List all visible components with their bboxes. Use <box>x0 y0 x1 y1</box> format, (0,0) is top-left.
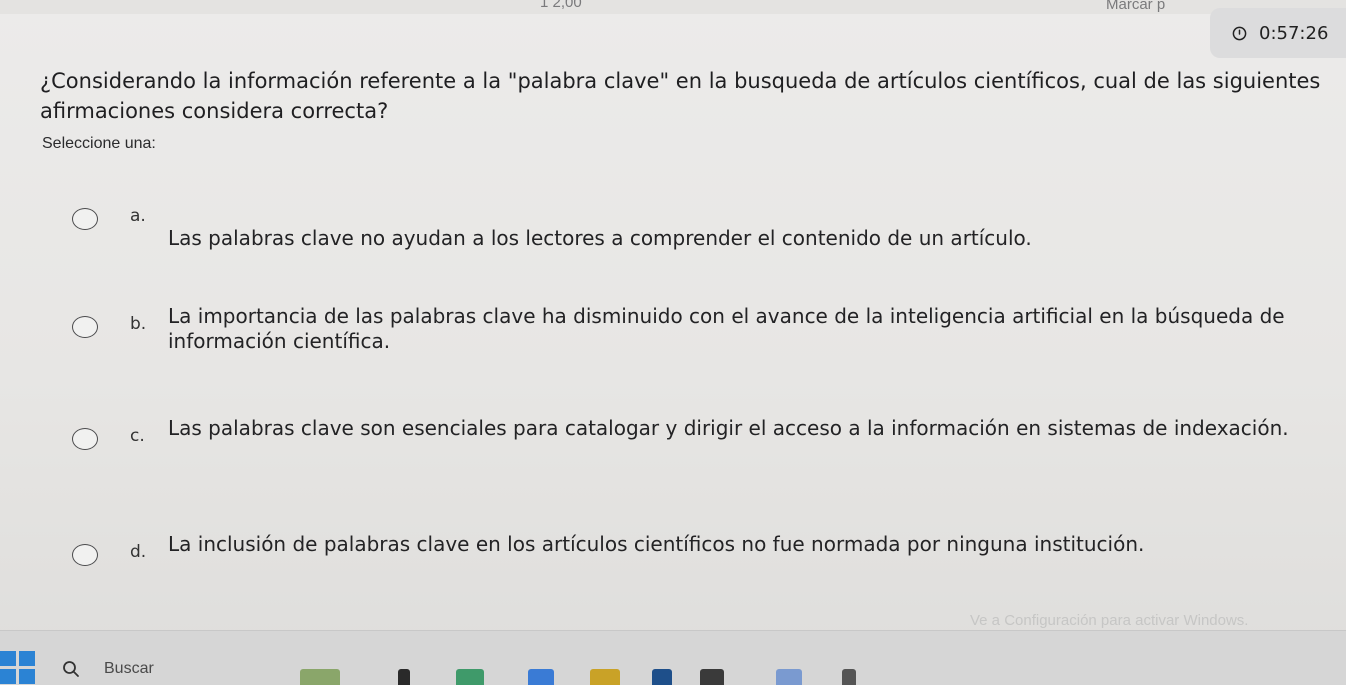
taskbar-app-icon[interactable] <box>776 669 802 685</box>
search-icon <box>63 661 79 677</box>
timer-value: 0:57:26 <box>1259 22 1329 44</box>
instruction-text: Seleccione una: <box>42 135 156 152</box>
radio-button-d[interactable] <box>72 544 98 566</box>
windows-activation-watermark: Ve a Configuración para activar Windows. <box>970 612 1249 629</box>
taskbar-app-icon[interactable] <box>528 669 554 685</box>
radio-button-c[interactable] <box>72 428 98 450</box>
taskbar: Buscar <box>0 630 1346 685</box>
taskbar-app-icon[interactable] <box>842 669 856 685</box>
partial-grade-text: 1 2,00 <box>540 0 582 11</box>
flag-question-link[interactable]: Marcar p <box>1106 0 1165 13</box>
option-text[interactable]: Las palabras clave no ayudan a los lecto… <box>168 226 1308 251</box>
taskbar-app-icon[interactable] <box>590 669 620 685</box>
option-letter: d. <box>130 542 147 562</box>
taskbar-search[interactable]: Buscar <box>62 653 322 685</box>
search-placeholder: Buscar <box>104 660 154 677</box>
radio-button-b[interactable] <box>72 316 98 338</box>
taskbar-app-icon[interactable] <box>456 669 484 685</box>
start-menu-icon[interactable] <box>0 651 36 685</box>
option-letter: b. <box>130 314 147 334</box>
radio-button-a[interactable] <box>72 208 98 230</box>
question-text: ¿Considerando la información referente a… <box>40 69 1321 124</box>
taskbar-app-icon[interactable] <box>700 669 724 685</box>
taskbar-app-icon[interactable] <box>652 669 672 685</box>
option-text[interactable]: La importancia de las palabras clave ha … <box>168 304 1308 354</box>
option-text[interactable]: Las palabras clave son esenciales para c… <box>168 416 1308 441</box>
option-letter: a. <box>130 206 146 226</box>
clock-icon <box>1232 26 1247 40</box>
taskbar-app-icon[interactable] <box>300 669 340 685</box>
option-text[interactable]: La inclusión de palabras clave en los ar… <box>168 532 1308 557</box>
quiz-timer: 0:57:26 <box>1210 8 1346 58</box>
option-letter: c. <box>130 426 145 446</box>
taskbar-app-icon[interactable] <box>398 669 410 685</box>
